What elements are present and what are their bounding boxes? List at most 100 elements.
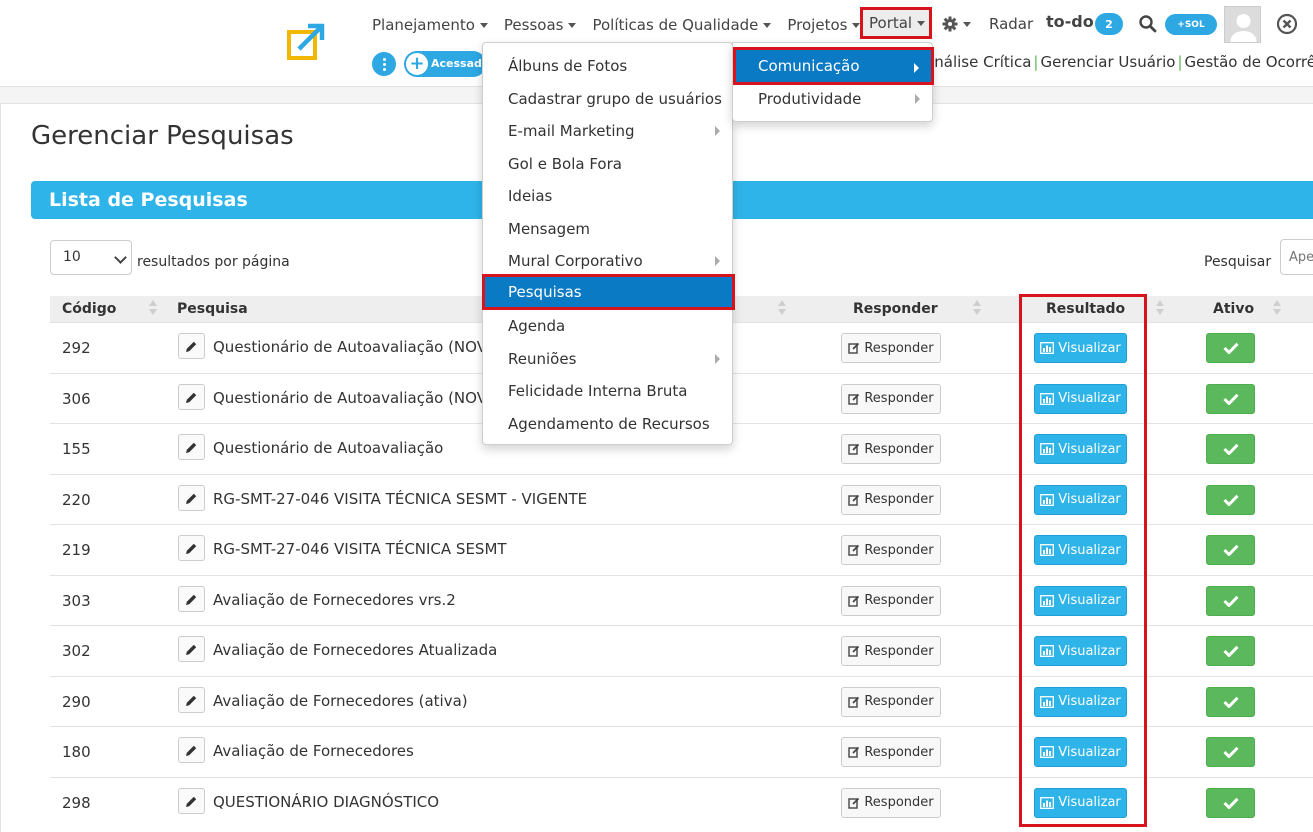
plus-icon: + bbox=[405, 52, 429, 76]
menu-planejamento[interactable]: Planejamento bbox=[372, 16, 488, 34]
menu-item-label: Ideias bbox=[508, 187, 553, 205]
visualizar-button[interactable]: Visualizar bbox=[1034, 787, 1127, 818]
shortcut-gerenciar-usuario[interactable]: Gerenciar Usuário bbox=[1040, 53, 1175, 71]
edit-square-icon bbox=[848, 494, 860, 506]
sort-icon bbox=[148, 300, 158, 318]
sort-icon bbox=[972, 300, 982, 318]
row-title: QUESTIONÁRIO DIAGNÓSTICO bbox=[213, 792, 440, 811]
visualizar-button[interactable]: Visualizar bbox=[1034, 383, 1127, 414]
visualizar-button[interactable]: Visualizar bbox=[1034, 636, 1127, 666]
portal-menu-item[interactable]: Reuniões bbox=[483, 343, 732, 375]
portal-menu-item[interactable]: Agendamento de Recursos bbox=[483, 408, 732, 440]
logo-icon[interactable] bbox=[286, 22, 326, 62]
ativo-toggle[interactable] bbox=[1206, 535, 1255, 565]
edit-button[interactable] bbox=[178, 484, 205, 511]
visualizar-button[interactable]: Visualizar bbox=[1034, 535, 1127, 565]
ativo-toggle[interactable] bbox=[1206, 737, 1255, 767]
ativo-toggle[interactable] bbox=[1206, 787, 1255, 818]
visualizar-label: Visualizar bbox=[1058, 340, 1121, 356]
table-row: 220 RG-SMT-27-046 VISITA TÉCNICA SESMT - … bbox=[50, 473, 1313, 525]
portal-menu-item[interactable]: Felicidade Interna Bruta bbox=[483, 375, 732, 407]
edit-button[interactable] bbox=[178, 434, 205, 460]
responder-button[interactable]: Responder bbox=[841, 535, 941, 565]
visualizar-button[interactable]: Visualizar bbox=[1034, 484, 1127, 515]
ativo-toggle[interactable] bbox=[1206, 434, 1255, 464]
visualizar-button[interactable]: Visualizar bbox=[1034, 737, 1127, 767]
ativo-toggle[interactable] bbox=[1206, 585, 1255, 616]
portal-menu-item[interactable]: Cadastrar grupo de usuários bbox=[483, 83, 732, 115]
portal-menu-item[interactable]: Álbuns de Fotos bbox=[483, 50, 732, 82]
edit-button[interactable] bbox=[178, 737, 205, 763]
todo-link[interactable]: to-do bbox=[1046, 12, 1094, 31]
row-title: RG-SMT-27-046 VISITA TÉCNICA SESMT - VIG… bbox=[213, 489, 588, 508]
portal-menu-item[interactable]: Mensagem bbox=[483, 213, 732, 245]
portal-menu-item[interactable]: Pesquisas bbox=[482, 274, 735, 310]
search-input[interactable] bbox=[1280, 239, 1313, 275]
row-code: 298 bbox=[62, 793, 91, 812]
shortcut-analise-critica[interactable]: Análise Crítica bbox=[924, 53, 1031, 71]
edit-button[interactable] bbox=[178, 333, 205, 359]
portal-menu-item[interactable]: Gol e Bola Fora bbox=[483, 148, 732, 180]
responder-button[interactable]: Responder bbox=[841, 484, 941, 515]
portal-menu-item[interactable]: E-mail Marketing bbox=[483, 115, 732, 147]
radar-link[interactable]: Radar bbox=[989, 15, 1033, 33]
edit-button[interactable] bbox=[178, 383, 205, 410]
ativo-toggle[interactable] bbox=[1206, 636, 1255, 666]
responder-button[interactable]: Responder bbox=[841, 585, 941, 616]
responder-button[interactable]: Responder bbox=[841, 333, 941, 363]
visualizar-button[interactable]: Visualizar bbox=[1034, 686, 1127, 717]
sol-button[interactable]: +SOL bbox=[1165, 14, 1217, 35]
menu-portal[interactable]: Portal bbox=[860, 7, 932, 39]
edit-button[interactable] bbox=[178, 585, 205, 612]
check-icon bbox=[1222, 342, 1239, 354]
settings-menu[interactable] bbox=[942, 14, 971, 34]
header-resultado[interactable]: Resultado bbox=[1046, 296, 1125, 322]
edit-button[interactable] bbox=[178, 686, 205, 713]
close-circle-icon[interactable] bbox=[1276, 13, 1298, 35]
visualizar-button[interactable]: Visualizar bbox=[1034, 434, 1127, 464]
responder-label: Responder bbox=[864, 542, 934, 558]
avatar[interactable] bbox=[1224, 6, 1261, 43]
visualizar-button[interactable]: Visualizar bbox=[1034, 585, 1127, 616]
todo-count-badge[interactable]: 2 bbox=[1095, 13, 1123, 35]
visualizar-button[interactable]: Visualizar bbox=[1034, 333, 1127, 363]
row-code: 155 bbox=[62, 440, 91, 458]
edit-button[interactable] bbox=[178, 787, 205, 814]
portal-menu-item[interactable]: Agenda bbox=[483, 310, 732, 342]
header-responder[interactable]: Responder bbox=[853, 296, 938, 322]
header-ativo[interactable]: Ativo bbox=[1213, 296, 1254, 322]
edit-button[interactable] bbox=[178, 535, 205, 561]
page-length-select[interactable]: 10 bbox=[50, 240, 132, 275]
check-icon bbox=[1222, 443, 1239, 455]
menu-item-label: Cadastrar grupo de usuários bbox=[508, 89, 722, 108]
ativo-toggle[interactable] bbox=[1206, 333, 1255, 363]
ativo-toggle[interactable] bbox=[1206, 383, 1255, 414]
portal-menu-item[interactable]: Ideias bbox=[483, 180, 732, 212]
menu-projetos[interactable]: Projetos bbox=[787, 16, 861, 34]
caret-down-icon bbox=[763, 23, 772, 28]
portal-menu-item[interactable]: Mural Corporativo bbox=[483, 245, 732, 277]
table-row: 290 Avaliação de Fornecedores (ativa) Resp… bbox=[50, 675, 1313, 727]
search-icon[interactable] bbox=[1138, 14, 1158, 34]
responder-button[interactable]: Responder bbox=[841, 737, 941, 767]
menu-politicas-qualidade[interactable]: Políticas de Qualidade bbox=[592, 16, 772, 34]
responder-button[interactable]: Responder bbox=[841, 434, 941, 464]
menu-pessoas[interactable]: Pessoas bbox=[504, 16, 577, 34]
ativo-toggle[interactable] bbox=[1206, 686, 1255, 717]
portal-section-item[interactable]: Produtividade bbox=[733, 83, 932, 115]
portal-section-item[interactable]: Comunicação bbox=[733, 47, 934, 85]
caret-down-icon bbox=[479, 23, 488, 28]
responder-button[interactable]: Responder bbox=[841, 636, 941, 666]
chevron-right-icon bbox=[715, 126, 720, 136]
header-codigo[interactable]: Código bbox=[62, 296, 116, 322]
responder-label: Responder bbox=[864, 441, 934, 457]
header-pesquisa[interactable]: Pesquisa bbox=[177, 296, 248, 322]
edit-button[interactable] bbox=[178, 636, 205, 662]
ativo-toggle[interactable] bbox=[1206, 484, 1255, 515]
more-options-button[interactable] bbox=[372, 52, 396, 76]
responder-button[interactable]: Responder bbox=[841, 383, 941, 414]
responder-button[interactable]: Responder bbox=[841, 686, 941, 717]
shortcut-gestao-ocorrencias[interactable]: Gestão de Ocorrências bbox=[1185, 53, 1313, 71]
responder-button[interactable]: Responder bbox=[841, 787, 941, 818]
acessados-button[interactable]: + Acessados bbox=[404, 51, 486, 77]
